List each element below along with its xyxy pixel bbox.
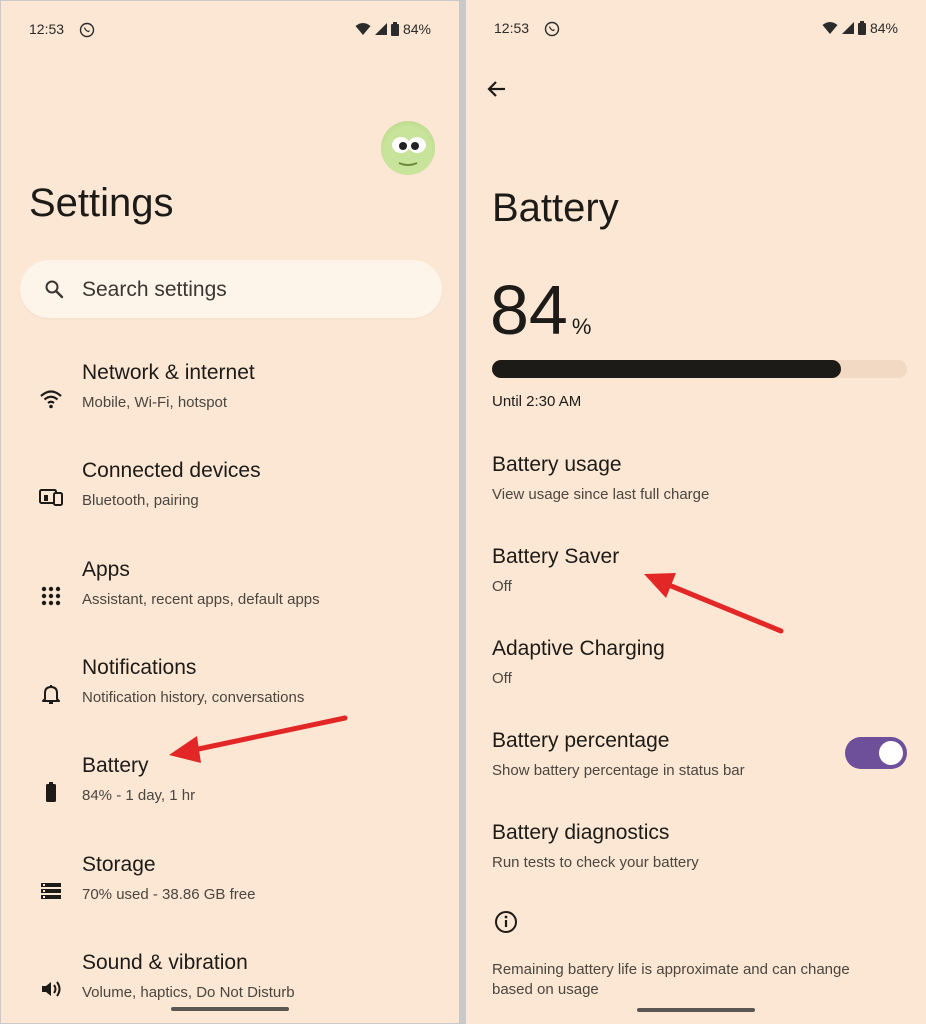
- annotation-arrow-battery-saver: [644, 573, 784, 634]
- annotation-arrow-battery: [169, 715, 348, 763]
- settings-screen: 12:53 84% Settings Search settings Netwo…: [0, 0, 460, 1024]
- battery-screen: 12:53 84% Battery 84% Until 2:30 AM Batt…: [466, 0, 926, 1024]
